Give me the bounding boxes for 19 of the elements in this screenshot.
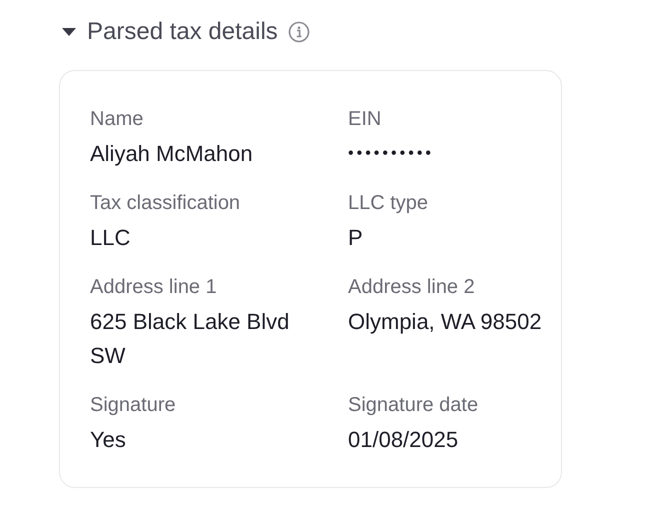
field-value: Yes <box>90 426 127 454</box>
field-value: 625 Black Lake Blvd SW <box>90 308 290 370</box>
field-value: LLC <box>90 224 132 252</box>
field-label: EIN <box>348 107 382 132</box>
field-label: Tax classification <box>90 191 242 216</box>
field-label: Address line 2 <box>348 275 476 300</box>
field-label: Signature date <box>348 393 480 418</box>
section-title: Parsed tax details <box>87 18 278 46</box>
field-value: Aliyah McMahon <box>90 140 254 168</box>
field-label: LLC type <box>348 191 430 216</box>
field-value: Olympia, WA 98502 <box>348 308 543 336</box>
field-value: P <box>348 224 364 252</box>
info-icon[interactable] <box>288 21 310 43</box>
field-label: Address line 1 <box>90 275 218 300</box>
field-label: Signature <box>90 393 177 418</box>
field-label: Name <box>90 107 144 132</box>
field-value: •••••••••• <box>348 144 436 164</box>
collapse-toggle-icon[interactable] <box>61 27 77 37</box>
field-value: 01/08/2025 <box>348 426 460 454</box>
